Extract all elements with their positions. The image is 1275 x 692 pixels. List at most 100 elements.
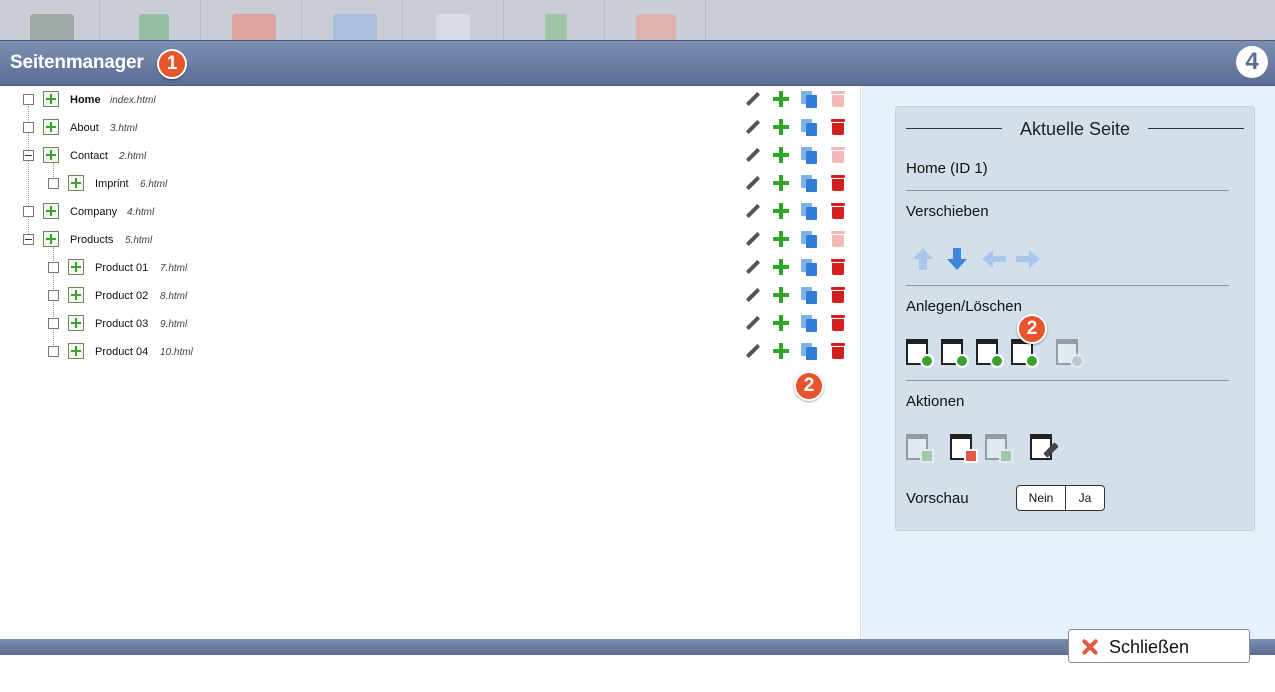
new-page-before-icon[interactable] — [941, 339, 969, 369]
close-button[interactable]: Schließen — [1068, 629, 1250, 663]
arrow-down-icon[interactable] — [945, 246, 969, 272]
row-checkbox[interactable] — [23, 94, 34, 105]
page-label[interactable]: Product 01 — [95, 262, 148, 274]
layout-icon — [30, 14, 74, 40]
edit-pencil-icon[interactable] — [744, 174, 762, 192]
tree-row[interactable]: About 3.html — [0, 114, 861, 142]
page-add-icon[interactable] — [68, 315, 84, 331]
tree-row[interactable]: Imprint 6.html — [0, 170, 861, 198]
lock-page-icon[interactable] — [950, 434, 978, 464]
row-checkbox[interactable] — [48, 318, 59, 329]
copy-icon[interactable] — [800, 286, 818, 304]
delete-trash-icon[interactable] — [829, 258, 847, 276]
copy-icon[interactable] — [800, 342, 818, 360]
page-add-icon[interactable] — [43, 119, 59, 135]
new-page-icon[interactable] — [906, 339, 934, 369]
page-label[interactable]: About — [70, 122, 99, 134]
page-file: index.html — [110, 95, 156, 106]
delete-trash-icon[interactable] — [829, 202, 847, 220]
edit-pencil-icon[interactable] — [744, 118, 762, 136]
current-page-name: Home (ID 1) — [906, 160, 988, 177]
page-add-icon[interactable] — [68, 175, 84, 191]
image-icon-button[interactable] — [606, 0, 706, 40]
copy-icon[interactable] — [800, 202, 818, 220]
image-icon — [636, 14, 676, 40]
preview-no-button[interactable]: Nein — [1017, 486, 1066, 510]
copy-icon[interactable] — [800, 146, 818, 164]
page-label[interactable]: Product 03 — [95, 318, 148, 330]
page-add-icon[interactable] — [43, 147, 59, 163]
add-plus-icon[interactable] — [772, 286, 790, 304]
delete-trash-icon[interactable] — [829, 286, 847, 304]
page-label[interactable]: Contact — [70, 150, 108, 162]
delete-trash-icon[interactable] — [829, 174, 847, 192]
page-label[interactable]: Imprint — [95, 178, 129, 190]
copy-icon[interactable] — [800, 90, 818, 108]
add-plus-icon[interactable] — [772, 90, 790, 108]
tree-row[interactable]: Contact 2.html — [0, 142, 861, 170]
row-checkbox[interactable] — [23, 206, 34, 217]
edit-icon-button[interactable] — [202, 0, 302, 40]
notes-icon-button[interactable] — [505, 0, 605, 40]
page-label[interactable]: Products — [70, 234, 113, 246]
collapse-toggle[interactable] — [23, 150, 34, 161]
page-add-icon[interactable] — [43, 203, 59, 219]
tree-row[interactable]: Products 5.html — [0, 226, 861, 254]
tree-row[interactable]: Product 02 8.html — [0, 282, 861, 310]
page-label[interactable]: Product 04 — [95, 346, 148, 358]
legend-line — [906, 128, 1002, 129]
edit-page-icon[interactable] — [1030, 434, 1059, 464]
copy-icon[interactable] — [800, 314, 818, 332]
edit-pencil-icon[interactable] — [744, 342, 762, 360]
page-add-icon[interactable] — [68, 287, 84, 303]
edit-pencil-icon[interactable] — [744, 202, 762, 220]
add-plus-icon[interactable] — [772, 314, 790, 332]
collapse-toggle[interactable] — [23, 234, 34, 245]
add-plus-icon[interactable] — [772, 146, 790, 164]
preview-toggle[interactable]: Nein Ja — [1016, 485, 1105, 511]
add-plus-icon[interactable] — [772, 230, 790, 248]
copy-icon[interactable] — [800, 174, 818, 192]
tree-row[interactable]: Company 4.html — [0, 198, 861, 226]
row-checkbox[interactable] — [48, 262, 59, 273]
copy-icon[interactable] — [800, 118, 818, 136]
delete-trash-icon[interactable] — [829, 118, 847, 136]
unlock-page-icon — [985, 434, 1013, 464]
edit-pencil-icon[interactable] — [744, 314, 762, 332]
copy-icon[interactable] — [800, 258, 818, 276]
add-plus-icon[interactable] — [772, 202, 790, 220]
delete-trash-icon[interactable] — [829, 314, 847, 332]
row-checkbox[interactable] — [48, 346, 59, 357]
add-plus-icon[interactable] — [772, 118, 790, 136]
page-add-icon[interactable] — [43, 231, 59, 247]
page-add-icon[interactable] — [68, 259, 84, 275]
edit-pencil-icon[interactable] — [744, 286, 762, 304]
edit-pencil-icon[interactable] — [744, 90, 762, 108]
tree-row[interactable]: Product 04 10.html — [0, 338, 861, 366]
page-label[interactable]: Product 02 — [95, 290, 148, 302]
page-label[interactable]: Company — [70, 206, 117, 218]
edit-pencil-icon[interactable] — [744, 230, 762, 248]
page-add-icon[interactable] — [68, 343, 84, 359]
row-checkbox[interactable] — [48, 290, 59, 301]
add-plus-icon[interactable] — [772, 174, 790, 192]
page-label[interactable]: Home — [70, 94, 101, 106]
row-checkbox[interactable] — [23, 122, 34, 133]
delete-trash-icon[interactable] — [829, 342, 847, 360]
add-plus-icon[interactable] — [772, 342, 790, 360]
new-page-after-icon[interactable] — [976, 339, 1004, 369]
add-plus-icon[interactable] — [772, 258, 790, 276]
edit-pencil-icon[interactable] — [744, 146, 762, 164]
tree-row[interactable]: Product 01 7.html — [0, 254, 861, 282]
page-add-icon[interactable] — [43, 91, 59, 107]
tree-row[interactable]: Home index.html — [0, 86, 861, 114]
row-checkbox[interactable] — [48, 178, 59, 189]
layout-icon-button[interactable] — [0, 0, 100, 40]
list-icon-button[interactable] — [303, 0, 403, 40]
edit-pencil-icon[interactable] — [744, 258, 762, 276]
brush-icon-button[interactable] — [101, 0, 201, 40]
tree-row[interactable]: Product 03 9.html — [0, 310, 861, 338]
columns-icon-button[interactable] — [404, 0, 504, 40]
preview-yes-button[interactable]: Ja — [1066, 486, 1104, 510]
copy-icon[interactable] — [800, 230, 818, 248]
